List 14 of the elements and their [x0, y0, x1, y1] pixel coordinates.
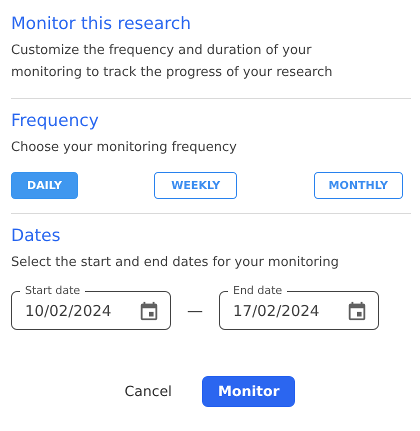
frequency-option[interactable]: MONTHLY	[314, 172, 403, 199]
dialog-title: Monitor this research	[11, 13, 192, 36]
section-title: Frequency	[11, 110, 100, 133]
cancel-button[interactable]: Cancel	[116, 376, 180, 407]
section-description: Select the start and end dates for your monitoring	[11, 254, 340, 272]
frequency-option[interactable]: WEEKLY	[154, 172, 238, 199]
monitor-button[interactable]: Monitor	[202, 376, 296, 407]
section-title: Dates	[11, 225, 62, 248]
dialog-description: Customize the frequency and duration of your monitoring to track the progress of your research	[11, 42, 334, 82]
range-dash: —	[187, 301, 203, 320]
calendar-icon[interactable]	[346, 300, 368, 322]
calendar-icon[interactable]	[138, 300, 160, 322]
frequency-option[interactable]: DAILY	[11, 172, 78, 199]
section-description: Choose your monitoring frequency	[11, 139, 238, 157]
